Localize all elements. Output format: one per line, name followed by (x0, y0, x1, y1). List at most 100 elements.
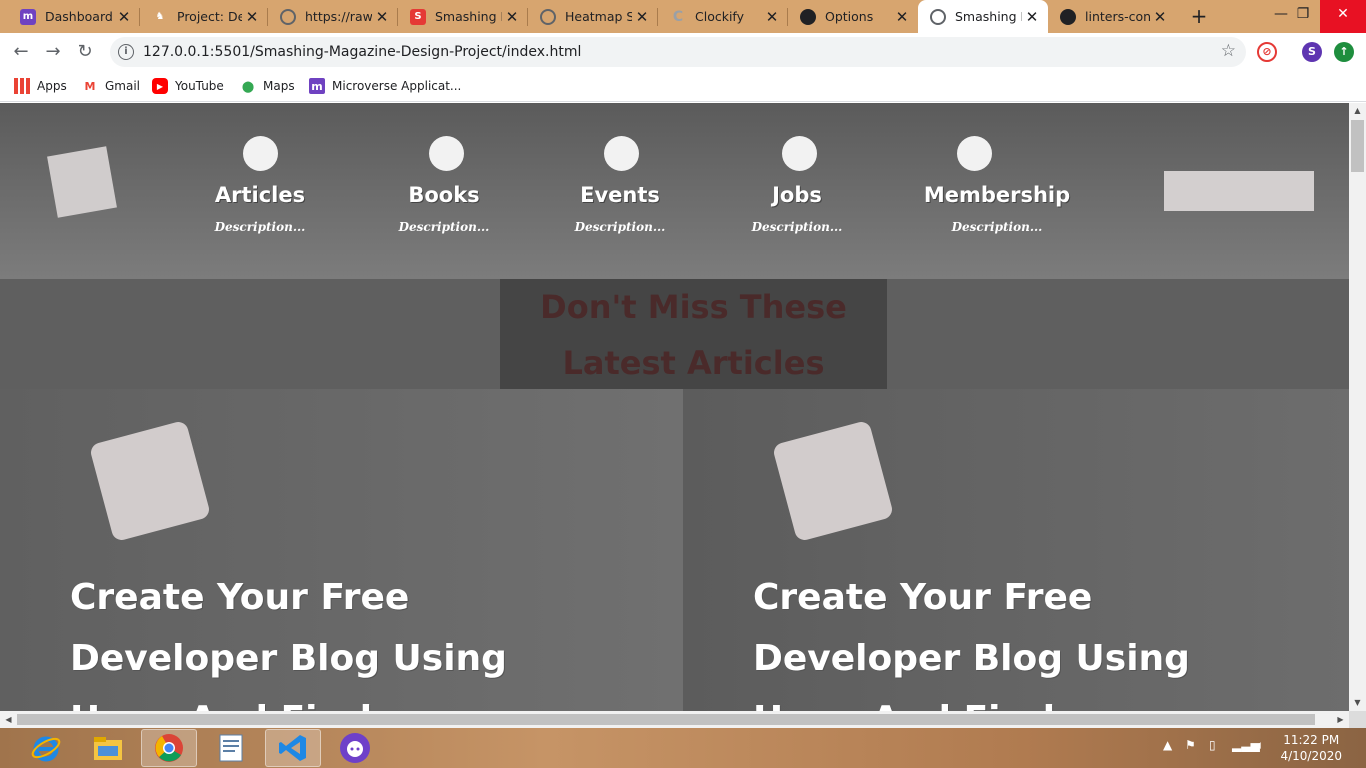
site-header: Articles Description... Books Descriptio… (0, 103, 1349, 279)
tab-smashing-active[interactable]: Smashing Magazine ✕ (918, 0, 1048, 33)
tab-raw-github[interactable]: https://raw.g ✕ (268, 0, 398, 33)
close-tab-icon[interactable]: ✕ (762, 8, 782, 26)
show-hidden-icons[interactable]: ▲ (1163, 738, 1172, 752)
system-clock[interactable]: 11:22 PM 4/10/2020 (1280, 732, 1342, 764)
nav-circle-icon (242, 136, 278, 171)
nav-books[interactable]: Books Description... (364, 136, 524, 234)
volume-icon[interactable]: 🔈︎ (1257, 738, 1264, 753)
action-center-flag-icon[interactable]: ⚑ (1185, 738, 1196, 752)
nav-circle-icon (957, 136, 992, 171)
github-desktop-icon[interactable] (327, 729, 383, 767)
horizontal-scrollbar[interactable]: ◀ ▶ (0, 711, 1349, 728)
tab-title: linters-config (1085, 9, 1150, 24)
tab-options[interactable]: Options ✕ (788, 0, 918, 33)
scroll-right-icon[interactable]: ▶ (1332, 711, 1349, 728)
tab-project[interactable]: ♞ Project: Design ✕ (140, 0, 268, 33)
nav-membership[interactable]: Membership Description... (917, 136, 1077, 234)
site-info-icon[interactable]: i (118, 44, 134, 60)
scrollbar-thumb[interactable] (1351, 120, 1364, 172)
chrome-icon[interactable] (141, 729, 197, 767)
extension-icon[interactable]: ⊘ (1257, 42, 1277, 62)
apps-grid-icon (14, 78, 30, 94)
vertical-scrollbar[interactable]: ▲ ▼ (1349, 103, 1366, 711)
forward-icon[interactable]: → (40, 39, 66, 65)
battery-icon[interactable]: ▯ (1209, 738, 1216, 752)
nav-circle-icon (429, 136, 464, 171)
bookmark-label: Microverse Applicat... (332, 79, 462, 93)
file-explorer-icon[interactable] (80, 729, 136, 767)
clock-date: 4/10/2020 (1280, 749, 1342, 763)
close-tab-icon[interactable]: ✕ (372, 8, 392, 26)
bookmark-microverse[interactable]: m Microverse Applicat... (309, 77, 461, 95)
browser-toolbar: ← → ↻ i 127.0.0.1:5501/Smashing-Magazine… (0, 33, 1366, 71)
nav-description: Description... (751, 220, 843, 234)
bookmark-apps[interactable]: Apps (14, 77, 67, 95)
reload-icon[interactable]: ↻ (72, 39, 98, 65)
article-image (771, 419, 895, 543)
nav-label: Membership (923, 183, 1071, 207)
bookmark-youtube[interactable]: ▶ YouTube (152, 77, 224, 95)
clockify-icon: C (672, 8, 684, 25)
youtube-icon: ▶ (152, 78, 168, 94)
close-tab-icon[interactable]: ✕ (632, 8, 652, 26)
tab-title: https://raw.g (305, 9, 372, 24)
logo[interactable] (47, 146, 117, 218)
page-viewport: Articles Description... Books Descriptio… (0, 103, 1349, 711)
new-tab-button[interactable]: + (1187, 4, 1211, 28)
nav-events[interactable]: Events Description... (540, 136, 700, 234)
tab-smashing[interactable]: S Smashing Magazine ✕ (398, 0, 528, 33)
internet-explorer-icon[interactable] (18, 729, 74, 767)
bookmark-gmail[interactable]: M Gmail (82, 77, 141, 95)
close-tab-icon[interactable]: ✕ (892, 8, 912, 26)
restore-button[interactable]: ❐ (1284, 0, 1322, 33)
update-icon[interactable]: ↑ (1334, 42, 1354, 62)
article-image (88, 419, 212, 543)
bookmark-maps[interactable]: ⬤ Maps (240, 77, 295, 95)
tab-title: Project: Design (177, 9, 242, 24)
network-signal-icon[interactable]: ▂▃▅ (1232, 738, 1260, 752)
profile-avatar[interactable]: S (1302, 42, 1322, 62)
close-tab-icon[interactable]: ✕ (1150, 8, 1170, 26)
maps-icon: ⬤ (241, 79, 255, 93)
article-card[interactable]: Create Your Free Developer Blog Using Hu… (0, 389, 683, 711)
project-icon: ♞ (155, 11, 165, 22)
bookmarks-bar: Apps M Gmail ▶ YouTube ⬤ Maps m Microver… (0, 71, 1366, 102)
close-window-button[interactable]: ✕ (1320, 0, 1366, 33)
tab-title: Dashboard (45, 9, 113, 24)
tab-heatmap[interactable]: Heatmap Smashing ✕ (528, 0, 658, 33)
nav-jobs[interactable]: Jobs Description... (717, 136, 877, 234)
nav-description: Description... (398, 220, 490, 234)
header-search-box[interactable] (1164, 171, 1314, 211)
back-icon[interactable]: ← (8, 39, 34, 65)
globe-icon (540, 8, 556, 25)
scrollbar-corner (1349, 711, 1366, 728)
nav-description: Description... (574, 220, 666, 234)
nav-circle-icon (782, 136, 817, 171)
github-icon (800, 8, 816, 25)
url-text[interactable]: 127.0.0.1:5501/Smashing-Magazine-Design-… (143, 44, 581, 60)
scroll-left-icon[interactable]: ◀ (0, 711, 17, 728)
article-title[interactable]: Create Your Free Developer Blog Using Hu… (753, 567, 1223, 711)
close-tab-icon[interactable]: ✕ (502, 8, 522, 26)
article-title[interactable]: Create Your Free Developer Blog Using Hu… (70, 567, 540, 711)
close-tab-icon[interactable]: ✕ (1022, 8, 1042, 26)
nav-articles[interactable]: Articles Description... (180, 136, 340, 234)
scroll-up-icon[interactable]: ▲ (1349, 103, 1366, 119)
address-bar[interactable]: i 127.0.0.1:5501/Smashing-Magazine-Desig… (110, 37, 1246, 67)
bookmark-label: Maps (263, 79, 295, 93)
tab-linters-config[interactable]: linters-config ✕ (1048, 0, 1176, 33)
text-editor-icon[interactable] (203, 729, 259, 767)
scroll-down-icon[interactable]: ▼ (1349, 695, 1366, 711)
tab-clockify[interactable]: C Clockify ✕ (658, 0, 788, 33)
nav-label: Books (408, 183, 480, 207)
bookmark-star-icon[interactable]: ☆ (1221, 41, 1236, 61)
github-icon (1060, 8, 1076, 25)
scrollbar-thumb[interactable] (17, 714, 1315, 725)
close-tab-icon[interactable]: ✕ (114, 8, 134, 26)
tab-dashboard[interactable]: m Dashboard ✕ (8, 0, 140, 33)
close-tab-icon[interactable]: ✕ (242, 8, 262, 26)
tab-title: Clockify (695, 9, 745, 24)
microverse-icon: m (309, 78, 325, 94)
article-card[interactable]: Create Your Free Developer Blog Using Hu… (683, 389, 1349, 711)
vscode-icon[interactable] (265, 729, 321, 767)
